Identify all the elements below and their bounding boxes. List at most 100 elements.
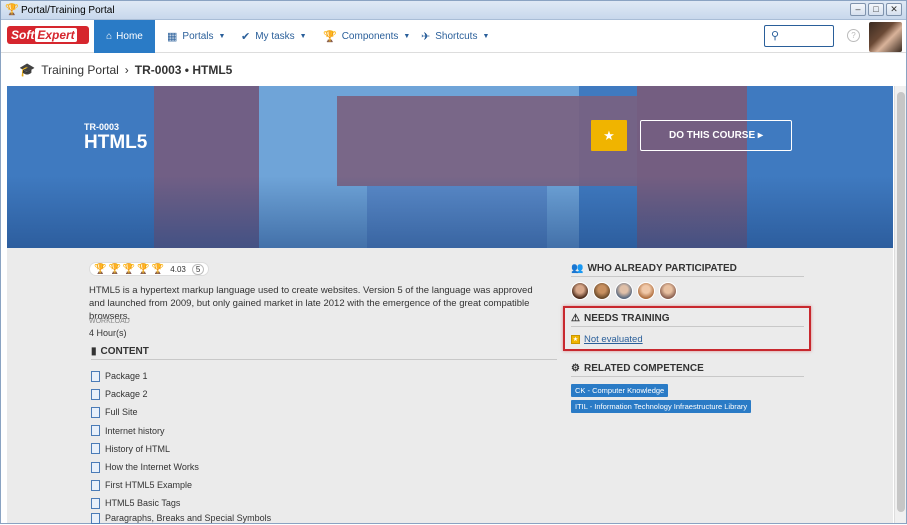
rating-score: 4.03 [170,264,186,274]
vertical-scrollbar[interactable] [894,86,906,523]
graduation-cap-icon: 🎓 [19,62,36,77]
nav-components-label: Components [341,31,399,42]
participant-avatar[interactable] [615,282,633,300]
list-item[interactable]: Full Site [91,403,271,421]
trophy-icon: 🏆 [94,263,107,275]
nav-shortcuts-label: Shortcuts [435,31,478,42]
document-icon [91,461,100,473]
trophy-icon: 🏆 [108,263,121,275]
document-icon [91,443,100,455]
close-button[interactable]: ✕ [886,3,902,16]
participant-avatar[interactable] [659,282,677,300]
course-description: HTML5 is a hypertext markup language use… [89,285,533,322]
document-icon [91,479,100,491]
content-heading-label: CONTENT [100,346,149,357]
nav-portals-label: Portals [182,31,214,42]
list-item-label: HTML5 Basic Tags [105,498,181,509]
banner-gradient [7,176,893,248]
list-item-label: Paragraphs, Breaks and Special Symbols [105,512,272,523]
trophy-icon: 🏆 [5,4,19,16]
list-item[interactable]: Package 2 [91,385,271,403]
document-icon [91,406,100,418]
list-item-label: History of HTML [105,443,171,454]
application-window: 🏆 Portal/Training Portal – □ ✕ Soft Exper… [0,0,907,524]
list-item-label: First HTML5 Example [105,480,193,491]
star-icon: ★ [603,128,615,143]
course-code: TR-0003 [84,122,120,132]
participant-avatar[interactable] [593,282,611,300]
list-item[interactable]: Internet history [91,422,271,440]
search-input[interactable]: ⚲ [764,25,834,47]
list-item[interactable]: First HTML5 Example [91,476,271,494]
competence-tag[interactable]: ITIL - Information Technology Infraestru… [571,400,752,413]
check-icon: ✔ [241,31,251,43]
chevron-right-icon: › [124,63,129,77]
workload-value: 4 Hour(s) [89,328,127,338]
workload-label: WORKLOAD [89,318,130,325]
trophy-icon: 🏆 [122,263,136,275]
user-avatar[interactable] [869,22,902,52]
nav-my-tasks-label: My tasks [255,31,295,42]
window-controls: – □ ✕ [850,3,902,16]
breadcrumb-current: TR-0003 • HTML5 [134,63,233,77]
rating-votes: 5 [191,263,205,275]
course-rating[interactable]: 🏆 🏆 🏆 🏆 🏆 4.03 5 [89,262,210,276]
participant-avatar[interactable] [571,282,589,300]
caret-down-icon: ▼ [218,33,226,40]
list-item-label: Internet history [105,425,165,436]
softexpert-logo[interactable]: Soft Expert [7,26,89,44]
list-item[interactable]: History of HTML [91,440,271,458]
list-item-label: Package 2 [105,389,148,400]
trophy-icon: 🏆 [323,31,337,43]
grid-icon: ▦ [167,31,178,43]
list-item[interactable]: Package 1 [91,367,271,385]
participants-heading: 👥 WHO ALREADY PARTICIPATED [571,263,804,277]
competence-heading: ⚙ RELATED COMPETENCE [571,363,804,377]
course-title: HTML5 [84,132,148,153]
trophy-outline-icon: 🏆 [151,263,165,275]
list-item-label: Full Site [105,407,138,418]
do-this-course-button[interactable]: DO THIS COURSE ▸ [640,120,792,151]
document-icon [91,425,100,437]
title-bar: 🏆 Portal/Training Portal – □ ✕ [1,1,906,20]
users-icon: 👥 [571,263,584,274]
home-icon: ⌂ [106,31,113,42]
list-item[interactable]: Paragraphs, Breaks and Special Symbols [91,512,272,525]
document-icon [91,512,100,524]
plane-icon: ✈ [421,31,431,43]
competence-tag[interactable]: CK - Computer Knowledge [571,384,669,397]
caret-down-icon: ▼ [482,33,490,40]
content-list: Package 1 Package 2 Full Site Internet h… [91,367,271,525]
nav-shortcuts[interactable]: ✈ Shortcuts ▼ [421,20,489,53]
caret-down-icon: ▼ [403,33,411,40]
scrollbar-thumb[interactable] [897,92,905,512]
participant-avatar[interactable] [637,282,655,300]
gear-icon: ⚙ [571,363,580,374]
course-banner [7,86,893,248]
minimize-button[interactable]: – [850,3,866,16]
highlight-box [563,306,811,351]
nav-my-tasks[interactable]: ✔ My tasks ▼ [241,20,307,53]
nav-home[interactable]: ⌂ Home [94,20,155,53]
list-item-label: Package 1 [105,371,148,382]
window-title: Portal/Training Portal [21,4,115,16]
search-icon: ⚲ [771,30,780,42]
nav-home-label: Home [116,31,143,42]
nav-portals[interactable]: ▦ Portals ▼ [167,20,225,53]
list-item[interactable]: HTML5 Basic Tags [91,494,271,512]
top-navbar: Soft Expert ⌂ Home ▦ Portals ▼ ✔ My tasks… [1,20,906,53]
participants-heading-label: WHO ALREADY PARTICIPATED [587,263,737,274]
maximize-button[interactable]: □ [868,3,884,16]
breadcrumb-root[interactable]: Training Portal [41,63,119,77]
book-icon: ▮ [91,346,97,357]
list-item[interactable]: How the Internet Works [91,458,271,476]
caret-down-icon: ▼ [299,33,307,40]
content-heading: ▮ CONTENT [91,346,557,360]
favorite-button[interactable]: ★ [591,120,627,151]
document-icon [91,388,100,400]
list-item-label: How the Internet Works [105,462,199,473]
document-icon [91,497,100,509]
nav-components[interactable]: 🏆 Components ▼ [323,20,410,53]
participant-avatars [571,282,677,300]
help-icon[interactable]: ? [847,29,860,42]
